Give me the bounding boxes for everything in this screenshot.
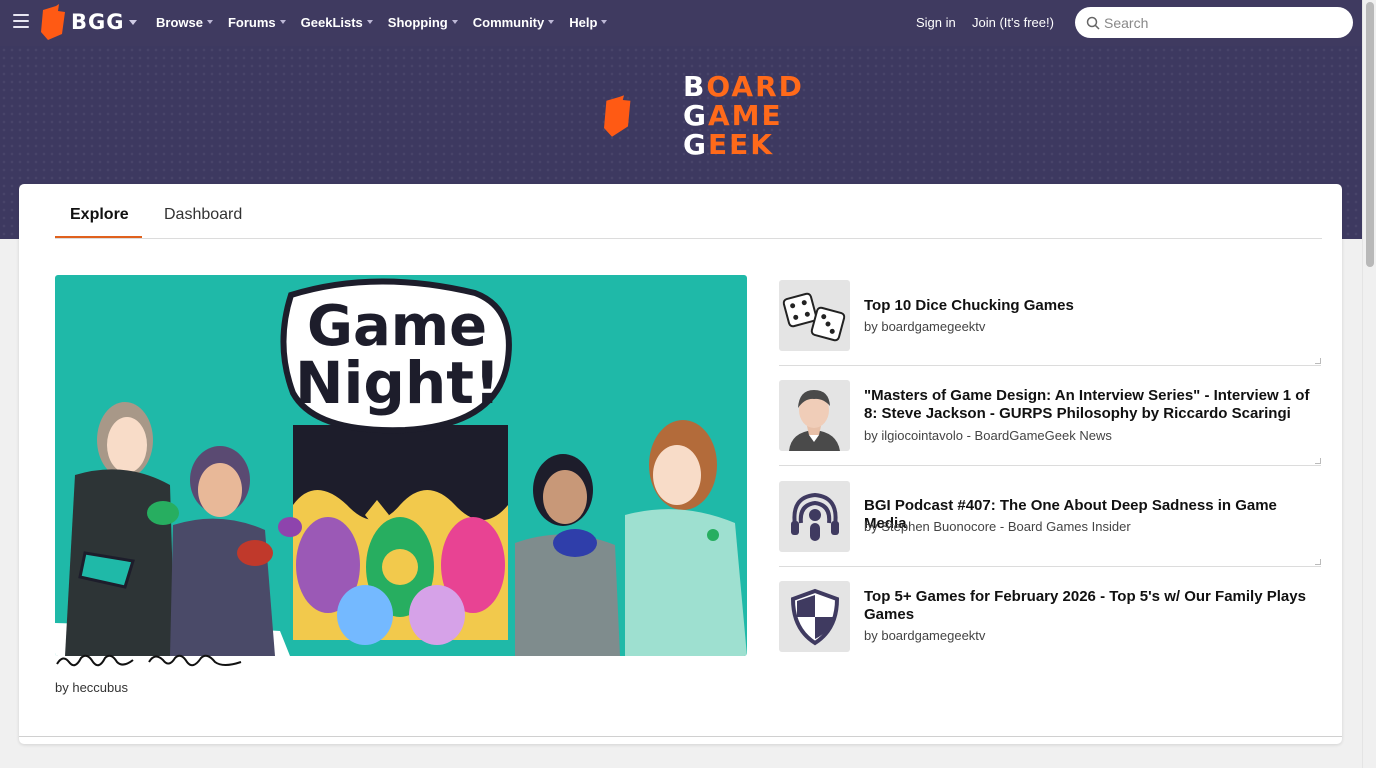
nav-shopping-label: Shopping [387, 14, 448, 30]
join-link[interactable]: Join (It's free!) [972, 0, 1054, 44]
bgg-logo[interactable]: BGG [40, 4, 124, 40]
tab-bar: Explore Dashboard [55, 184, 1322, 239]
boardgamegeek-wordmark: BOARD GAME GEEK [683, 72, 804, 159]
section-divider [19, 736, 1342, 737]
shield-icon [779, 581, 850, 652]
person-avatar-icon [779, 380, 850, 451]
page-scrollbar[interactable] [1362, 0, 1376, 768]
brand-name: BGG [71, 10, 125, 34]
chevron-down-icon [279, 20, 286, 24]
search-input[interactable] [1104, 14, 1334, 31]
game-night-illustration: Game Night! [55, 278, 747, 656]
bgg-flame-icon [41, 4, 65, 40]
chevron-down-icon [451, 20, 458, 24]
chevron-down-icon [366, 20, 373, 24]
featured-game-night-image[interactable]: Game Night! [55, 275, 747, 656]
nav-help-label: Help [569, 14, 598, 30]
scrollbar-thumb[interactable] [1366, 2, 1374, 267]
brand-dropdown-caret-icon[interactable] [129, 20, 137, 25]
nav-geeklists[interactable]: GeekLists [301, 15, 373, 30]
sign-in-link[interactable]: Sign in [916, 0, 956, 44]
list-item-byline: by boardgamegeektv [864, 628, 986, 643]
list-item-title[interactable]: "Masters of Game Design: An Interview Se… [864, 387, 1314, 423]
boardgamegeek-flame-logo-icon [604, 95, 631, 137]
list-item[interactable]: Top 5+ Games for February 2026 - Top 5's… [779, 581, 1321, 653]
podcast-icon [779, 481, 850, 552]
list-item-title[interactable]: Top 10 Dice Chucking Games [864, 297, 1314, 315]
nav-browse[interactable]: Browse [156, 15, 213, 30]
tab-dashboard[interactable]: Dashboard [164, 206, 242, 224]
top-navbar: BGG Browse Forums GeekLists Shopping Com… [0, 0, 1362, 46]
list-item[interactable]: BGI Podcast #407: The One About Deep Sad… [779, 481, 1321, 567]
chevron-down-icon [548, 20, 555, 24]
nav-forums[interactable]: Forums [228, 15, 286, 30]
search-icon [1086, 16, 1100, 30]
nav-browse-label: Browse [156, 14, 203, 30]
svg-text:Night!: Night! [295, 349, 500, 417]
feature-byline: by heccubus [55, 680, 128, 695]
nav-geeklists-label: GeekLists [300, 14, 363, 30]
main-menu: Browse Forums GeekLists Shopping Communi… [156, 0, 622, 44]
resize-handle-icon [1315, 358, 1321, 364]
search-box[interactable] [1075, 7, 1353, 38]
nav-help[interactable]: Help [569, 14, 608, 30]
artist-signature [56, 654, 242, 667]
list-item-byline: by boardgamegeektv [864, 319, 986, 334]
nav-shopping[interactable]: Shopping [388, 15, 458, 30]
list-item[interactable]: "Masters of Game Design: An Interview Se… [779, 380, 1321, 466]
logo-line-3-rest: EEK [707, 128, 774, 161]
hamburger-menu-icon[interactable] [13, 14, 29, 28]
list-item-title[interactable]: Top 5+ Games for February 2026 - Top 5's… [864, 588, 1314, 624]
logo-line-3-first: G [683, 128, 708, 161]
nav-forums-label: Forums [227, 14, 276, 30]
resize-handle-icon [1315, 458, 1321, 464]
active-tab-indicator [55, 236, 142, 238]
tab-explore[interactable]: Explore [70, 206, 129, 224]
dice-icon [779, 280, 850, 351]
list-item-byline: by ilgiocointavolo - BoardGameGeek News [864, 428, 1112, 443]
nav-community-label: Community [472, 14, 545, 30]
resize-handle-icon [1315, 559, 1321, 565]
nav-community[interactable]: Community [473, 15, 555, 30]
list-item-byline: by Stephen Buonocore - Board Games Insid… [864, 519, 1131, 534]
chevron-down-icon [206, 20, 213, 24]
chevron-down-icon [601, 20, 608, 24]
list-item[interactable]: Top 10 Dice Chucking Games by boardgameg… [779, 280, 1321, 366]
